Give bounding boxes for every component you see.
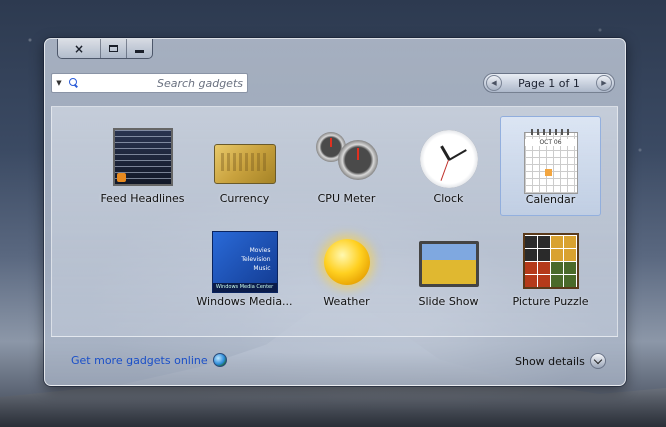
- gadget-label: Feed Headlines: [100, 192, 185, 205]
- rss-icon: [116, 173, 126, 182]
- clock-icon: [416, 122, 482, 188]
- gadget-grid: OCT 06 Calendar Clock CPU Meter Currency…: [51, 106, 618, 337]
- gadget-tile-calendar[interactable]: OCT 06 Calendar: [500, 116, 601, 216]
- get-more-gadgets-link[interactable]: Get more gadgets online: [71, 353, 227, 367]
- feed-headlines-icon: [110, 122, 176, 188]
- gadget-tile-slide-show[interactable]: Slide Show: [398, 219, 499, 319]
- cpu-meter-icon: [314, 122, 380, 188]
- weather-icon: [314, 225, 380, 291]
- show-details-button[interactable]: Show details: [515, 353, 606, 369]
- gadget-label: Windows Media...: [196, 295, 293, 308]
- gadget-label: Currency: [219, 192, 270, 205]
- minimize-button[interactable]: [127, 39, 152, 58]
- wmc-menu-item: Television: [241, 256, 271, 263]
- windows-media-center-icon: Movies Television Music Windows Media Ce…: [211, 225, 278, 293]
- picture-puzzle-icon: [518, 225, 584, 291]
- gadget-tile-cpu-meter[interactable]: CPU Meter: [296, 116, 397, 216]
- footer-bar: Get more gadgets online Show details: [45, 341, 625, 385]
- page-indicator: Page 1 of 1: [518, 76, 580, 90]
- gadget-label: Picture Puzzle: [512, 295, 589, 308]
- gadget-tile-clock[interactable]: Clock: [398, 116, 499, 216]
- gadget-tile-picture-puzzle[interactable]: Picture Puzzle: [500, 219, 601, 319]
- gadget-gallery-window: × ▼ ◀ Page 1 of 1 ▶ OCT 06 Calend: [44, 38, 626, 386]
- search-input[interactable]: [80, 76, 247, 90]
- close-button[interactable]: ×: [58, 39, 101, 58]
- gadget-label: Slide Show: [418, 295, 479, 308]
- gadget-tile-currency[interactable]: Currency: [194, 116, 295, 216]
- wmc-menu-item: Music: [253, 265, 271, 272]
- close-icon: ×: [73, 41, 85, 56]
- search-icon[interactable]: [66, 74, 80, 92]
- maximize-icon: [109, 45, 118, 52]
- chevron-down-icon: [589, 353, 606, 369]
- gadget-label: CPU Meter: [317, 192, 376, 205]
- search-dropdown-button[interactable]: ▼: [52, 74, 66, 92]
- gadget-tile-weather[interactable]: Weather: [296, 219, 397, 319]
- gadget-label: Calendar: [525, 193, 576, 206]
- gadget-tile-feed-headlines[interactable]: Feed Headlines: [92, 116, 193, 216]
- slide-show-icon: [416, 225, 482, 291]
- next-page-button[interactable]: ▶: [595, 75, 612, 91]
- wmc-bar-label: Windows Media Center: [212, 283, 277, 292]
- gadget-label: Weather: [323, 295, 370, 308]
- gadget-tile-windows-media-center[interactable]: Movies Television Music Windows Media Ce…: [194, 219, 295, 319]
- caption-buttons: ×: [57, 39, 153, 59]
- currency-icon: [212, 122, 278, 188]
- pager: ◀ Page 1 of 1 ▶: [483, 73, 615, 93]
- calendar-icon: OCT 06: [518, 123, 584, 194]
- calendar-month: OCT 06: [524, 139, 577, 146]
- previous-page-button[interactable]: ◀: [486, 75, 502, 91]
- wmc-menu-item: Movies: [249, 247, 271, 254]
- gadget-label: Clock: [433, 192, 464, 205]
- globe-icon: [212, 353, 227, 367]
- minimize-icon: [135, 50, 144, 53]
- search-box: ▼: [51, 73, 248, 93]
- show-details-label: Show details: [515, 354, 585, 368]
- get-more-label: Get more gadgets online: [71, 353, 208, 367]
- maximize-button[interactable]: [101, 39, 127, 58]
